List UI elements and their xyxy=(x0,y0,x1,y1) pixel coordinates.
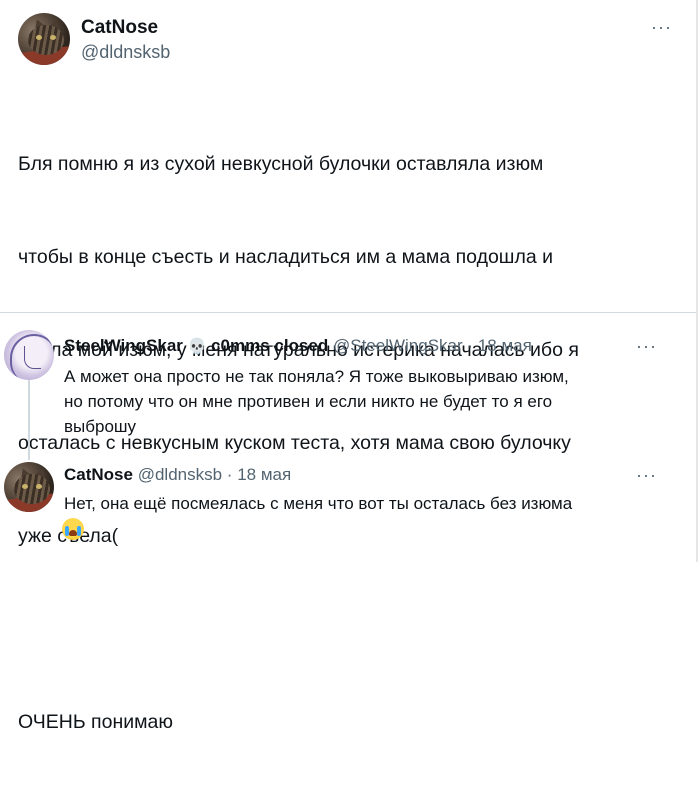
reply-line: А может она просто не так поняла? Я тоже… xyxy=(64,367,569,386)
tweet-text: Бля помню я из сухой невкусной булочки о… xyxy=(18,87,579,800)
author-handle[interactable]: @dldnsksb xyxy=(81,42,170,63)
author-name-suffix: c0mms closed xyxy=(211,336,329,355)
skull-icon: 💀 xyxy=(187,338,207,355)
main-tweet: CatNose @dldnsksb ··· Бля помню я из сух… xyxy=(0,0,696,733)
tweet-line: Бля помню я из сухой невкусной булочки о… xyxy=(18,153,544,175)
tweet-line: чтобы в конце съесть и насладиться им а … xyxy=(18,246,553,268)
tweet-line xyxy=(18,614,579,645)
divider xyxy=(0,312,696,313)
more-dots-icon[interactable]: ··· xyxy=(651,17,672,38)
avatar[interactable] xyxy=(4,462,54,512)
more-dots-icon[interactable]: ··· xyxy=(636,336,657,357)
more-dots-icon[interactable]: ··· xyxy=(636,465,657,486)
reply-text: А может она просто не так поняла? Я тоже… xyxy=(64,364,569,439)
author-handle[interactable]: @SteelWingSkar xyxy=(333,336,463,355)
reply-meta: SteelWingSkar 💀 c0mms closed @SteelWingS… xyxy=(64,336,532,356)
reply-text: Нет, она ещё посмеялась с меня что вот т… xyxy=(64,491,572,516)
reply-date[interactable]: 18 мая xyxy=(478,336,532,355)
avatar[interactable] xyxy=(18,13,70,65)
tweet-line: ОЧЕНЬ понимаю xyxy=(18,711,173,733)
author-handle[interactable]: @dldnsksb xyxy=(138,465,222,484)
reply-meta: CatNose @dldnsksb · 18 мая xyxy=(64,465,291,485)
author-name[interactable]: CatNose xyxy=(64,465,133,484)
reply-line: Нет, она ещё посмеялась с меня что вот т… xyxy=(64,494,573,513)
separator: · xyxy=(226,465,233,484)
reply-line: но потому что он мне противен и если ник… xyxy=(64,392,553,411)
author-name[interactable]: CatNose xyxy=(81,17,158,39)
loudly-crying-face-icon xyxy=(62,518,84,540)
column-border xyxy=(696,0,698,562)
reply-line: выброшу xyxy=(64,417,137,436)
avatar[interactable] xyxy=(4,330,54,380)
author-name[interactable]: SteelWingSkar xyxy=(64,336,183,355)
reply-date[interactable]: 18 мая xyxy=(237,465,291,484)
thread-line xyxy=(28,380,30,460)
separator: · xyxy=(467,336,474,355)
tweet-line: уже съела( xyxy=(18,525,119,547)
